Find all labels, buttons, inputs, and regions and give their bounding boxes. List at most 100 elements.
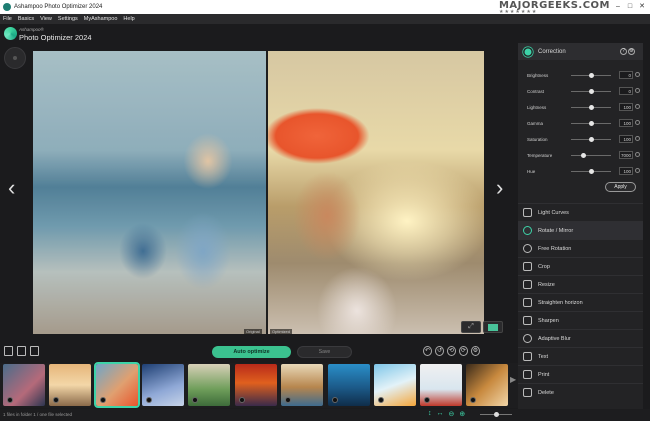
select-dot[interactable] xyxy=(192,397,198,403)
thumbnail[interactable] xyxy=(49,364,91,406)
delete-icon xyxy=(523,388,532,397)
app-icon xyxy=(3,3,11,11)
zoom-slider[interactable] xyxy=(480,412,512,417)
hue-reset-icon[interactable] xyxy=(635,168,640,173)
fit-horizontal-icon[interactable]: ↔ xyxy=(437,410,444,418)
minimize-button[interactable]: – xyxy=(612,0,624,14)
gamma-reset-icon[interactable] xyxy=(635,120,640,125)
print-icon xyxy=(523,370,532,379)
menu-file[interactable]: File xyxy=(3,16,12,22)
tool-text[interactable]: Text xyxy=(518,347,643,365)
thumbnail[interactable] xyxy=(328,364,370,406)
tool-label: Print xyxy=(538,371,550,378)
thumbnail[interactable] xyxy=(235,364,277,406)
hue-value[interactable]: 100 xyxy=(619,167,633,175)
menu-help[interactable]: Help xyxy=(123,16,134,22)
tool-rotate-mirror[interactable]: Rotate / Mirror xyxy=(518,221,643,239)
saturation-reset-icon[interactable] xyxy=(635,136,640,141)
close-button[interactable]: ✕ xyxy=(636,0,648,14)
zoom-in-icon[interactable]: ⊕ xyxy=(459,410,465,418)
gamma-label: Gamma xyxy=(527,121,544,126)
maximize-button[interactable]: □ xyxy=(624,0,636,14)
next-image-arrow-icon[interactable]: › xyxy=(496,175,503,201)
tool-crop[interactable]: Crop xyxy=(518,257,643,275)
save-button[interactable]: Save xyxy=(297,346,352,358)
thumbnail[interactable] xyxy=(374,364,416,406)
filmstrip-scroll-arrow-icon[interactable]: ▶ xyxy=(510,375,516,384)
fit-vertical-icon[interactable]: ↕ xyxy=(428,410,432,418)
thumbnail[interactable] xyxy=(142,364,184,406)
contrast-value[interactable]: 0 xyxy=(619,87,633,95)
open-folder-icon[interactable] xyxy=(17,346,26,356)
single-view-icon[interactable]: ⤢ xyxy=(461,321,481,333)
settings-gear-icon[interactable]: ⚙ xyxy=(471,346,480,356)
tool-resize[interactable]: Resize xyxy=(518,275,643,293)
menu-view[interactable]: View xyxy=(40,16,52,22)
brightness-value[interactable]: 0 xyxy=(619,71,633,79)
thumbnail[interactable] xyxy=(188,364,230,406)
select-dot[interactable] xyxy=(53,397,59,403)
tool-light-curves[interactable]: Light Curves xyxy=(518,203,643,221)
image-canvas[interactable]: Original Optimized xyxy=(33,51,484,334)
select-dot[interactable] xyxy=(146,397,152,403)
tool-label: Crop xyxy=(538,263,550,270)
menu-settings[interactable]: Settings xyxy=(58,16,78,22)
zoom-out-icon[interactable]: ⊖ xyxy=(449,410,455,418)
temperature-reset-icon[interactable] xyxy=(635,152,640,157)
lightness-reset-icon[interactable] xyxy=(635,104,640,109)
clean-icon[interactable] xyxy=(30,346,39,356)
tool-delete[interactable]: Delete xyxy=(518,383,643,401)
tool-free-rotation[interactable]: Free Rotation xyxy=(518,239,643,257)
hue-slider-row: Hue 100 xyxy=(527,167,640,177)
select-dot[interactable] xyxy=(332,397,338,403)
tool-print[interactable]: Print xyxy=(518,365,643,383)
pan-navigator[interactable] xyxy=(4,47,26,69)
apply-button[interactable]: Apply xyxy=(605,182,636,192)
thumbnail[interactable] xyxy=(3,364,45,406)
saturation-value[interactable]: 100 xyxy=(619,135,633,143)
contrast-knob[interactable] xyxy=(588,89,594,94)
temperature-track[interactable] xyxy=(571,155,611,156)
menu-myashampoo[interactable]: MyAshampoo xyxy=(84,16,118,22)
previous-image-arrow-icon[interactable]: ‹ xyxy=(8,175,15,201)
select-dot[interactable] xyxy=(239,397,245,403)
tool-straighten-horizon[interactable]: Straighten horizon xyxy=(518,293,643,311)
temperature-value[interactable]: 7000 xyxy=(619,151,633,159)
rotate-left-icon[interactable]: ⟲ xyxy=(447,346,456,356)
compare-divider[interactable] xyxy=(266,51,268,334)
thumbnail[interactable] xyxy=(466,364,508,406)
lightness-knob[interactable] xyxy=(588,105,594,110)
tool-sharpen[interactable]: Sharpen xyxy=(518,311,643,329)
thumbnail[interactable] xyxy=(281,364,323,406)
select-dot[interactable] xyxy=(100,397,106,403)
lightness-value[interactable]: 100 xyxy=(619,103,633,111)
saturation-label: Saturation xyxy=(527,137,548,142)
thumbnail[interactable] xyxy=(420,364,462,406)
auto-optimize-button[interactable]: Auto optimize xyxy=(212,346,291,358)
thumbnail-selected[interactable] xyxy=(94,362,140,408)
undo-icon[interactable]: ↶ xyxy=(423,346,432,356)
tool-adaptive-blur[interactable]: Adaptive Blur xyxy=(518,329,643,347)
select-dot[interactable] xyxy=(285,397,291,403)
brightness-reset-icon[interactable] xyxy=(635,72,640,77)
watermark: MAJORGEEKS.COM ★★★★★★★ xyxy=(499,0,610,15)
settings-icon[interactable]: ⚙ xyxy=(628,48,635,55)
split-view-icon[interactable] xyxy=(483,321,503,333)
open-file-icon[interactable] xyxy=(4,346,13,356)
correction-header[interactable]: Correction ? ⚙ xyxy=(518,43,643,60)
help-icon[interactable]: ? xyxy=(620,48,627,55)
gamma-knob[interactable] xyxy=(588,121,594,126)
brightness-knob[interactable] xyxy=(588,73,594,78)
select-dot[interactable] xyxy=(470,397,476,403)
select-dot[interactable] xyxy=(424,397,430,403)
contrast-reset-icon[interactable] xyxy=(635,88,640,93)
undo-all-icon[interactable]: ↺ xyxy=(435,346,444,356)
temperature-knob[interactable] xyxy=(580,153,586,158)
saturation-knob[interactable] xyxy=(588,137,594,142)
select-dot[interactable] xyxy=(7,397,13,403)
hue-knob[interactable] xyxy=(588,169,594,174)
menu-basics[interactable]: Basics xyxy=(18,16,34,22)
rotate-right-icon[interactable]: ⟳ xyxy=(459,346,468,356)
gamma-value[interactable]: 100 xyxy=(619,119,633,127)
select-dot[interactable] xyxy=(378,397,384,403)
